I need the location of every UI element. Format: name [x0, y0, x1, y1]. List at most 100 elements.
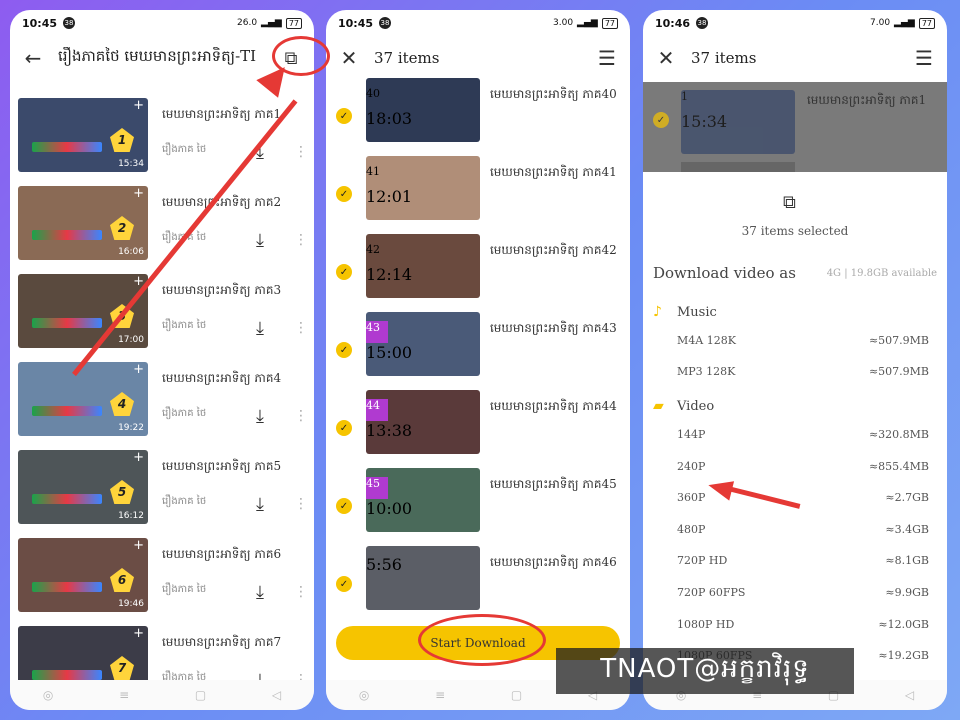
- list-item[interactable]: ✓ 41 12:01 មេឃមានព្រះអាទិត្យ ភាគ41: [326, 156, 630, 234]
- status-time: 10:45: [22, 16, 58, 30]
- download-icon[interactable]: ⤓: [256, 230, 264, 251]
- episode-badge: 4: [110, 392, 134, 416]
- nav-circle-icon[interactable]: ◎: [359, 688, 369, 702]
- list-item[interactable]: 3+17:00មេឃមានព្រះអាទិត្យ ភាគ3រឿងភាគ ថៃ⤓⋮: [10, 274, 314, 362]
- option-size: ≈19.2GB: [878, 649, 929, 663]
- more-vert-icon[interactable]: ⋮: [294, 584, 308, 600]
- nav-bar: ◎ ≡ ▢ ◁: [10, 680, 314, 710]
- network-speed: 3.00: [553, 18, 574, 28]
- channel-logo: [693, 126, 751, 135]
- video-thumbnail[interactable]: 1 +15:34: [18, 98, 148, 172]
- video-section: ▰ Video: [653, 398, 714, 414]
- video-option[interactable]: 480P ≈3.4GB: [677, 523, 929, 536]
- plus-icon[interactable]: +: [133, 186, 144, 201]
- download-icon[interactable]: ⤓: [256, 494, 264, 515]
- plus-icon[interactable]: +: [133, 98, 144, 113]
- video-duration: 17:00: [118, 335, 144, 345]
- list-item[interactable]: ✓ 43 15:00 មេឃមានព្រះអាទិត្យ ភាគ43: [326, 312, 630, 390]
- list-item[interactable]: ✓ 42 12:14 មេឃមានព្រះអាទិត្យ ភាគ42: [326, 234, 630, 312]
- music-option[interactable]: M4A 128K ≈507.9MB: [677, 334, 929, 347]
- video-title: មេឃមានព្រះអាទិត្យ ភាគ44: [490, 399, 617, 413]
- check-icon[interactable]: ✓: [336, 498, 352, 514]
- check-icon[interactable]: ✓: [336, 342, 352, 358]
- video-thumbnail[interactable]: 2 +16:06: [18, 186, 148, 260]
- option-size: ≈320.8MB: [868, 428, 929, 441]
- download-icon[interactable]: ⤓: [256, 318, 264, 339]
- plus-icon[interactable]: +: [133, 626, 144, 641]
- video-title: មេឃមានព្រះអាទិត្យ ភាគ40: [490, 87, 617, 101]
- plus-icon[interactable]: +: [133, 450, 144, 465]
- video-subtitle: រឿងភាគ ថៃ: [162, 320, 207, 331]
- video-title: មេឃមានព្រះអាទិត្យ ភាគ4: [162, 371, 282, 385]
- plus-icon[interactable]: +: [133, 538, 144, 553]
- video-label: Video: [677, 398, 715, 414]
- video-duration: 16:12: [118, 511, 144, 521]
- episode-badge: 2: [110, 216, 134, 240]
- list-item[interactable]: ✓ 45 10:00 មេឃមានព្រះអាទិត្យ ភាគ45: [326, 468, 630, 546]
- video-subtitle: រឿងភាគ ថៃ: [162, 496, 207, 507]
- playlist-title: រឿងភាគថៃ មេឃមានព្រះអាទិត្យ-TI: [58, 47, 257, 65]
- nav-circle-icon[interactable]: ◎: [43, 688, 53, 702]
- check-icon[interactable]: ✓: [336, 186, 352, 202]
- app-bar: ✕ 37 items ☰: [326, 36, 630, 80]
- video-thumbnail[interactable]: 6 +19:46: [18, 538, 148, 612]
- option-size: ≈9.9GB: [885, 586, 929, 599]
- option-size: ≈12.0GB: [878, 617, 929, 631]
- nav-back-icon[interactable]: ◁: [272, 688, 281, 702]
- list-view-icon[interactable]: ☰: [596, 46, 618, 70]
- download-icon[interactable]: ⤓: [256, 406, 264, 427]
- music-note-icon: ♪: [653, 304, 662, 320]
- video-option[interactable]: 720P 60FPS ≈9.9GB: [677, 586, 929, 599]
- close-icon[interactable]: ✕: [655, 46, 677, 70]
- dimmed-list-backdrop[interactable]: ✓ 1 15:34 មេឃមានព្រះអាទិត្យ ភាគ1: [643, 82, 947, 172]
- list-item[interactable]: ✓ 40 18:03 មេឃមានព្រះអាទិត្យ ភាគ40: [326, 78, 630, 156]
- watermark: TNAOT@អក្ខរាវិរុទ្ធ: [556, 648, 854, 694]
- video-option[interactable]: 240P ≈855.4MB: [677, 460, 929, 473]
- music-option[interactable]: MP3 128K ≈507.9MB: [677, 365, 929, 378]
- back-arrow-icon[interactable]: ←: [22, 46, 44, 70]
- video-option[interactable]: 720P HD ≈8.1GB: [677, 554, 929, 567]
- more-vert-icon[interactable]: ⋮: [294, 496, 308, 512]
- close-icon[interactable]: ✕: [338, 46, 360, 70]
- list-item[interactable]: 1 +15:34 មេឃមានព្រះអាទិត្យ ភាគ1 រឿងភាគ ថៃ ⤓ ⋮: [10, 98, 314, 186]
- episode-badge: 40: [366, 87, 380, 100]
- list-item[interactable]: ✓ 5:56 មេឃមានព្រះអាទិត្យ ភាគ46: [326, 546, 630, 624]
- next-thumbnail-strip: [681, 162, 795, 172]
- list-item[interactable]: 6 +19:46 មេឃមានព្រះអាទិត្យ ភាគ6 រឿងភាគ ថៃ ⤓ ⋮: [10, 538, 314, 626]
- nav-home-icon[interactable]: ▢: [511, 688, 522, 702]
- option-label: 480P: [677, 522, 706, 536]
- nav-home-icon[interactable]: ▢: [195, 688, 206, 702]
- check-icon[interactable]: ✓: [336, 576, 352, 592]
- items-count-title: 37 items: [691, 49, 757, 67]
- video-subtitle: រឿងភាគ ថៃ: [162, 144, 207, 155]
- video-thumbnail[interactable]: 5 +16:12: [18, 450, 148, 524]
- more-vert-icon[interactable]: ⋮: [294, 232, 308, 248]
- video-title: មេឃមានព្រះអាទិត្យ ភាគ1: [807, 93, 927, 107]
- list-item[interactable]: 5 +16:12 មេឃមានព្រះអាទិត្យ ភាគ5 រឿងភាគ ថៃ ⤓ ⋮: [10, 450, 314, 538]
- more-vert-icon[interactable]: ⋮: [294, 320, 308, 336]
- list-item[interactable]: 4 +19:22 មេឃមានព្រះអាទិត្យ ភាគ4 រឿងភាគ ថៃ ⤓ ⋮: [10, 362, 314, 450]
- video-title: មេឃមានព្រះអាទិត្យ ភាគ3: [162, 283, 282, 297]
- download-icon[interactable]: ⤓: [256, 582, 264, 603]
- video-thumbnail[interactable]: 4 +19:22: [18, 362, 148, 436]
- video-duration: 18:03: [366, 109, 413, 128]
- video-option[interactable]: 1080P HD ≈12.0GB: [677, 618, 929, 631]
- nav-back-icon[interactable]: ◁: [905, 688, 914, 702]
- check-icon[interactable]: ✓: [336, 108, 352, 124]
- music-section: ♪ Music: [653, 304, 717, 320]
- check-icon[interactable]: ✓: [336, 264, 352, 280]
- nav-menu-icon[interactable]: ≡: [435, 688, 445, 702]
- video-subtitle: រឿងភាគ ថៃ: [162, 584, 207, 595]
- phone-playlist: 10:45 38 26.0 ▂▄▆ 77 ← រឿងភាគថៃ មេឃមានព្…: [10, 10, 314, 710]
- episode-badge: 5: [110, 480, 134, 504]
- check-icon[interactable]: ✓: [336, 420, 352, 436]
- plus-icon[interactable]: +: [133, 362, 144, 377]
- list-item[interactable]: ✓ 44 13:38 មេឃមានព្រះអាទិត្យ ភាគ44: [326, 390, 630, 468]
- nav-menu-icon[interactable]: ≡: [119, 688, 129, 702]
- status-time: 10:45: [338, 16, 374, 30]
- more-vert-icon[interactable]: ⋮: [294, 144, 308, 160]
- video-option[interactable]: 144P ≈320.8MB: [677, 428, 929, 441]
- more-vert-icon[interactable]: ⋮: [294, 408, 308, 424]
- list-view-icon[interactable]: ☰: [913, 46, 935, 70]
- option-size: ≈507.9MB: [868, 334, 929, 347]
